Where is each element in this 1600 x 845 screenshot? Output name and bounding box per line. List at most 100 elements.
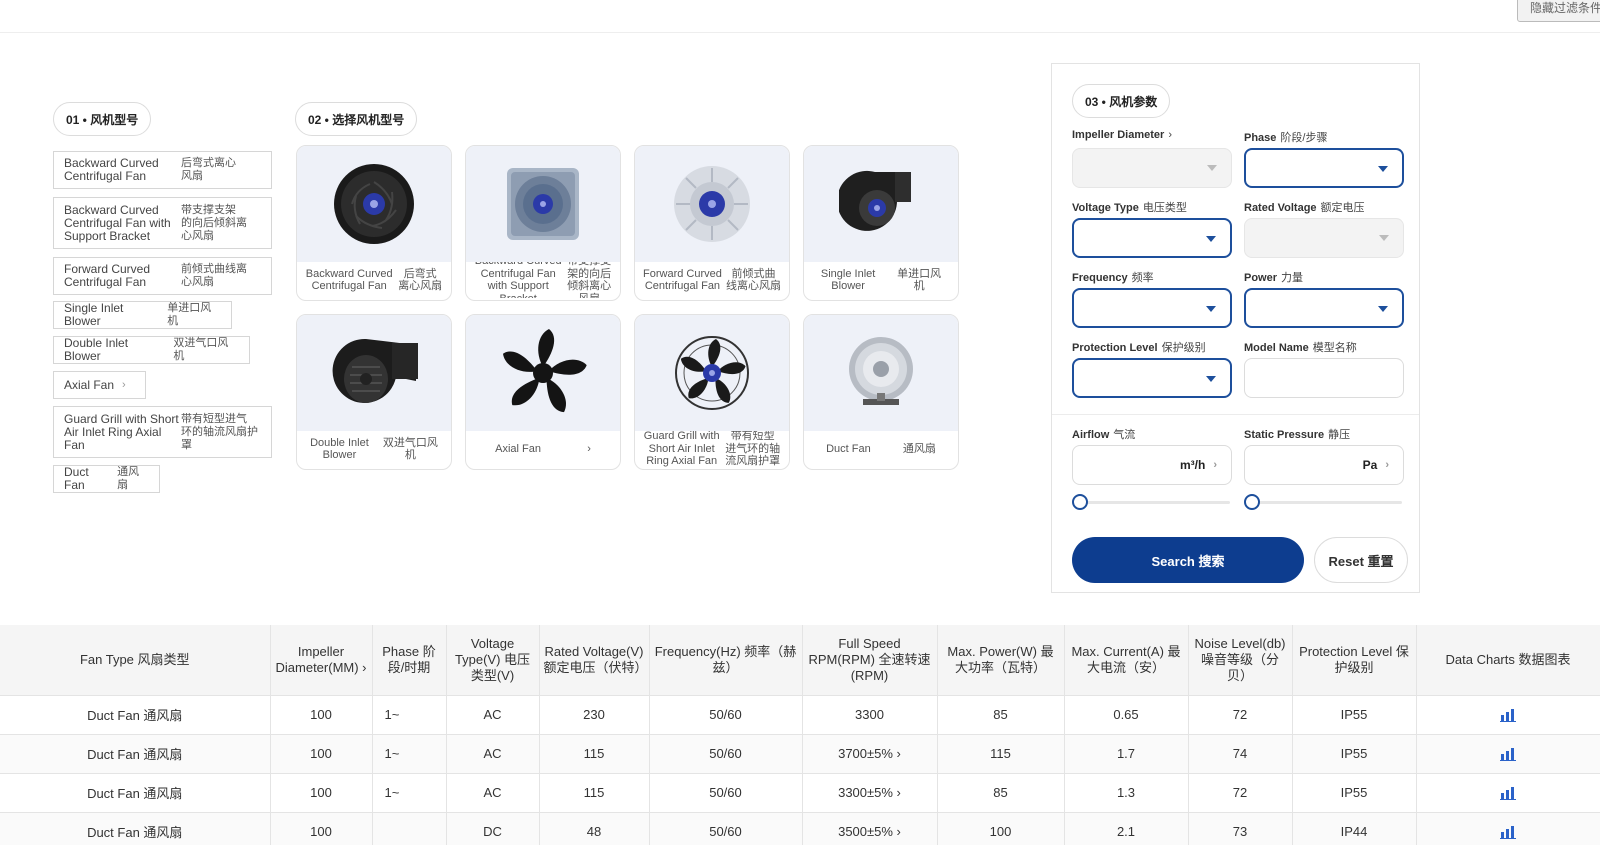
pressure-slider-track[interactable] bbox=[1252, 501, 1402, 504]
caret-down-icon bbox=[1379, 235, 1389, 241]
col-header-max-current: Max. Current(A) 最大电流（安） bbox=[1064, 625, 1189, 696]
search-button[interactable]: Search 搜索 bbox=[1072, 537, 1304, 583]
airflow-slider-track[interactable] bbox=[1080, 501, 1230, 504]
col-header-rpm: Full Speed RPM(RPM) 全速转速(RPM) bbox=[802, 625, 938, 696]
cell-data-chart bbox=[1416, 812, 1600, 845]
col-header-protection-level: Protection Level 保护级别 bbox=[1292, 625, 1417, 696]
label-zh: 静压 bbox=[1328, 429, 1351, 441]
chevron-right-icon: › bbox=[1213, 459, 1217, 471]
caret-down-icon bbox=[1378, 166, 1388, 172]
label-en: Power bbox=[1244, 272, 1278, 284]
power-select[interactable] bbox=[1244, 288, 1404, 328]
label-en: Static Pressure bbox=[1244, 429, 1325, 441]
type-item-double-inlet[interactable]: Double Inlet Blower 双进气口风机 bbox=[53, 336, 250, 364]
caret-down-icon bbox=[1378, 306, 1388, 312]
cell-fan-type: Duct Fan 通风扇 bbox=[0, 773, 271, 813]
cell-phase: 1~ bbox=[372, 773, 447, 813]
bar-chart-icon[interactable] bbox=[1500, 786, 1516, 801]
col-header-data-charts: Data Charts 数据图表 bbox=[1416, 625, 1600, 696]
airflow-input[interactable]: m³/h › bbox=[1072, 445, 1232, 485]
type-item-zh: 带支撑支架 的向后倾斜离 心风扇 bbox=[181, 203, 247, 242]
caret-down-icon bbox=[1206, 306, 1216, 312]
type-item-forward-curved[interactable]: Forward Curved Centrifugal Fan 前倾式曲线离 心风… bbox=[53, 257, 272, 295]
model-name-input[interactable] bbox=[1244, 358, 1404, 398]
double-inlet-blower-icon bbox=[332, 338, 418, 403]
card-label-zh: 通风扇 bbox=[902, 442, 936, 455]
chevron-right-icon: › bbox=[122, 378, 126, 391]
bar-chart-icon[interactable] bbox=[1500, 708, 1516, 723]
table-row[interactable]: Duct Fan 通风扇 100 1~ AC 230 50/60 3300 85… bbox=[0, 695, 1600, 735]
col-header-voltage-type: Voltage Type(V) 电压类型(V) bbox=[446, 625, 540, 696]
model-name-label: Model Name 模型名称 bbox=[1244, 339, 1357, 355]
single-inlet-blower-icon bbox=[839, 170, 911, 231]
label-zh: 电压类型 bbox=[1142, 202, 1187, 214]
axial-fan-icon bbox=[503, 329, 587, 413]
bar-chart-icon[interactable] bbox=[1500, 825, 1516, 840]
bar-chart-icon[interactable] bbox=[1500, 747, 1516, 762]
reset-button[interactable]: Reset 重置 bbox=[1314, 537, 1408, 583]
card-label-zh: 带支撑支 架的向后 倾斜离心 风扇 bbox=[567, 262, 612, 298]
fan-image bbox=[635, 146, 789, 262]
hide-filter-button[interactable]: 隐藏过滤条件 bbox=[1517, 0, 1600, 22]
type-item-backward-curved-bracket[interactable]: Backward Curved Centrifugal Fan with Sup… bbox=[53, 197, 272, 249]
frequency-label: Frequency 频率 bbox=[1072, 269, 1154, 285]
cell-protection: IP44 bbox=[1292, 812, 1417, 845]
type-item-backward-curved[interactable]: Backward Curved Centrifugal Fan 后弯式离心 风扇 bbox=[53, 151, 272, 189]
fan-image bbox=[297, 315, 451, 431]
static-pressure-input[interactable]: Pa › bbox=[1244, 445, 1404, 485]
fan-card-forward-curved[interactable]: Forward Curved Centrifugal Fan 前倾式曲 线离心风… bbox=[634, 145, 790, 301]
table-row[interactable]: Duct Fan 通风扇 100 DC 48 50/60 3500±5% › 1… bbox=[0, 812, 1600, 845]
cell-noise: 72 bbox=[1188, 773, 1293, 813]
cell-rated-voltage: 115 bbox=[539, 773, 650, 813]
backward-curved-fan-icon bbox=[334, 164, 414, 244]
cell-rated-voltage: 115 bbox=[539, 734, 650, 774]
card-label-zh: 双进气口风 机 bbox=[382, 436, 438, 462]
card-label-en: Double Inlet Blower bbox=[310, 436, 369, 462]
frequency-select[interactable] bbox=[1072, 288, 1232, 328]
table-row[interactable]: Duct Fan 通风扇 100 1~ AC 115 50/60 3700±5%… bbox=[0, 734, 1600, 774]
airflow-slider-handle[interactable] bbox=[1072, 494, 1088, 510]
type-item-en: Forward Curved Centrifugal Fan bbox=[64, 262, 151, 289]
fan-image bbox=[297, 146, 451, 262]
pressure-slider-handle[interactable] bbox=[1244, 494, 1260, 510]
voltage-type-select[interactable] bbox=[1072, 218, 1232, 258]
cell-rated-voltage: 230 bbox=[539, 695, 650, 735]
card-label-en: Duct Fan bbox=[826, 442, 871, 455]
static-pressure-label: Static Pressure 静压 bbox=[1244, 426, 1350, 442]
card-label-en: Backward Curved Centrifugal Fan bbox=[305, 267, 393, 293]
col-header-impeller-diameter[interactable]: Impeller Diameter(MM) › bbox=[270, 625, 373, 696]
fan-card-backward-curved[interactable]: Backward Curved Centrifugal Fan 后弯式 离心风扇 bbox=[296, 145, 452, 301]
label-zh: 阶段/步骤 bbox=[1280, 132, 1328, 144]
label-en: Protection Level bbox=[1072, 342, 1158, 354]
cell-max-current: 1.7 bbox=[1064, 734, 1189, 774]
fan-card-single-inlet[interactable]: Single Inlet Blower 单进口风 机 bbox=[803, 145, 959, 301]
table-row[interactable]: Duct Fan 通风扇 100 1~ AC 115 50/60 3300±5%… bbox=[0, 773, 1600, 813]
type-item-duct[interactable]: Duct Fan 通风扇 bbox=[53, 465, 160, 493]
type-item-zh: 通风扇 bbox=[117, 466, 140, 491]
rated-voltage-select[interactable] bbox=[1244, 218, 1404, 258]
cell-frequency: 50/60 bbox=[649, 812, 803, 845]
cell-max-current: 2.1 bbox=[1064, 812, 1189, 845]
type-item-axial[interactable]: Axial Fan › bbox=[53, 371, 146, 399]
caret-down-icon bbox=[1206, 376, 1216, 382]
type-item-en: Backward Curved Centrifugal Fan bbox=[64, 156, 159, 183]
type-item-single-inlet[interactable]: Single Inlet Blower 单进口风机 bbox=[53, 301, 232, 329]
chevron-right-icon: › bbox=[587, 442, 591, 455]
fan-card-double-inlet[interactable]: Double Inlet Blower 双进气口风 机 bbox=[296, 314, 452, 470]
card-label-zh: 带有短型 进气环的轴 流风扇护罩 bbox=[725, 431, 781, 467]
fan-parameters-panel: 03 • 风机参数 Impeller Diameter › Phase 阶段/步骤 … bbox=[1051, 63, 1420, 593]
airflow-label: Airflow 气流 bbox=[1072, 426, 1135, 442]
cell-max-power: 100 bbox=[937, 812, 1065, 845]
cell-impeller: 100 bbox=[270, 734, 373, 774]
phase-select[interactable] bbox=[1244, 148, 1404, 188]
impeller-diameter-select[interactable] bbox=[1072, 148, 1232, 188]
label-zh: 保护级别 bbox=[1161, 342, 1206, 354]
fan-card-guard-grill[interactable]: Guard Grill with Short Air Inlet Ring Ax… bbox=[634, 314, 790, 470]
fan-card-axial[interactable]: Axial Fan › bbox=[465, 314, 621, 470]
cell-frequency: 50/60 bbox=[649, 773, 803, 813]
fan-card-backward-curved-bracket[interactable]: Backward Curved Centrifugal Fan with Sup… bbox=[465, 145, 621, 301]
fan-card-duct[interactable]: Duct Fan 通风扇 bbox=[803, 314, 959, 470]
type-item-guard-grill[interactable]: Guard Grill with Short Air Inlet Ring Ax… bbox=[53, 406, 272, 458]
protection-level-select[interactable] bbox=[1072, 358, 1232, 398]
cell-protection: IP55 bbox=[1292, 773, 1417, 813]
